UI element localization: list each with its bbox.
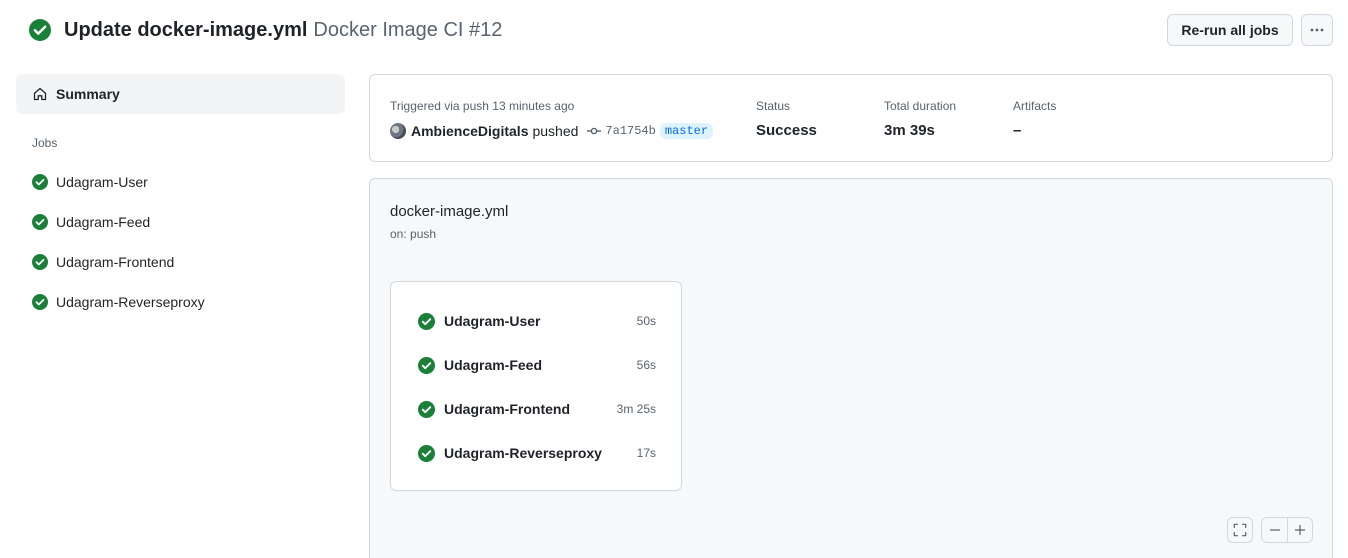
sidebar-job-label: Udagram-Feed [56, 214, 151, 230]
duration-value: 3m 39s [884, 122, 935, 139]
success-check-icon [418, 400, 435, 418]
workflow-trigger: on: push [390, 227, 437, 241]
trigger-label: Triggered via push 13 minutes ago [390, 99, 575, 113]
success-check-icon [32, 214, 48, 230]
graph-job-udagram-reverseproxy[interactable]: Udagram-Reverseproxy 17s [418, 443, 656, 463]
job-name: Udagram-Reverseproxy [444, 445, 602, 461]
zoom-in-button[interactable] [1287, 518, 1312, 542]
sidebar-job-label: Udagram-User [56, 174, 148, 190]
kebab-horizontal-icon [1310, 28, 1324, 32]
rerun-all-jobs-button[interactable]: Re-run all jobs [1167, 14, 1293, 46]
sidebar-item-summary[interactable]: Summary [16, 74, 345, 114]
success-check-icon [418, 444, 435, 462]
action-text: pushed [532, 123, 579, 139]
sidebar-job-label: Udagram-Reverseproxy [56, 294, 205, 310]
job-duration: 50s [636, 314, 656, 328]
plus-icon [1294, 524, 1306, 536]
fullscreen-button[interactable] [1227, 517, 1253, 543]
graph-job-udagram-user[interactable]: Udagram-User 50s [418, 311, 656, 331]
sidebar-job-udagram-feed[interactable]: Udagram-Feed [32, 212, 150, 232]
jobs-heading: Jobs [32, 136, 58, 150]
branch-badge[interactable]: master [659, 123, 714, 139]
more-options-button[interactable] [1301, 14, 1333, 46]
sidebar-job-udagram-user[interactable]: Udagram-User [32, 172, 148, 192]
zoom-out-button[interactable] [1262, 518, 1287, 542]
success-check-icon [418, 356, 435, 374]
sidebar-item-label: Summary [56, 86, 120, 102]
run-status-card: Triggered via push 13 minutes ago Ambien… [369, 74, 1333, 162]
success-check-icon [418, 312, 435, 330]
graph-job-udagram-frontend[interactable]: Udagram-Frontend 3m 25s [418, 399, 656, 419]
home-icon [33, 87, 47, 101]
success-check-icon [32, 174, 48, 190]
job-duration: 17s [636, 446, 656, 460]
artifacts-label: Artifacts [1013, 99, 1057, 113]
sidebar-job-label: Udagram-Frontend [56, 254, 175, 270]
job-name: Udagram-Feed [444, 357, 543, 373]
dash-icon [1269, 529, 1280, 531]
avatar[interactable] [390, 123, 406, 139]
page-title: Update docker-image.yml [64, 18, 308, 41]
job-name: Udagram-Frontend [444, 401, 570, 417]
screen-full-icon [1233, 523, 1247, 537]
job-name: Udagram-User [444, 313, 541, 329]
run-header: Update docker-image.yml Docker Image CI … [29, 16, 502, 44]
sidebar-job-udagram-frontend[interactable]: Udagram-Frontend [32, 252, 174, 272]
commit-sha-link[interactable]: 7a1754b [605, 124, 655, 138]
trigger-details: AmbienceDigitals pushed 7a1754b master [390, 122, 714, 140]
jobs-group-box: Udagram-User 50s Udagram-Feed 56s Udagra… [390, 281, 682, 491]
success-check-icon [29, 19, 51, 41]
status-label: Status [756, 99, 791, 113]
success-check-icon [32, 254, 48, 270]
job-duration: 3m 25s [616, 402, 656, 416]
git-commit-icon [587, 127, 602, 135]
actor-link[interactable]: AmbienceDigitals [411, 123, 528, 139]
artifacts-value: – [1013, 122, 1022, 139]
sidebar-job-udagram-reverseproxy[interactable]: Udagram-Reverseproxy [32, 292, 205, 312]
workflow-run-subtitle: Docker Image CI #12 [313, 18, 503, 41]
success-check-icon [32, 294, 48, 310]
workflow-file-name: docker-image.yml [390, 203, 509, 220]
workflow-graph-panel: docker-image.yml on: push Udagram-User 5… [369, 178, 1333, 558]
job-duration: 56s [636, 358, 656, 372]
duration-label: Total duration [884, 99, 957, 113]
graph-job-udagram-feed[interactable]: Udagram-Feed 56s [418, 355, 656, 375]
zoom-controls [1261, 517, 1313, 543]
status-value: Success [756, 122, 817, 139]
